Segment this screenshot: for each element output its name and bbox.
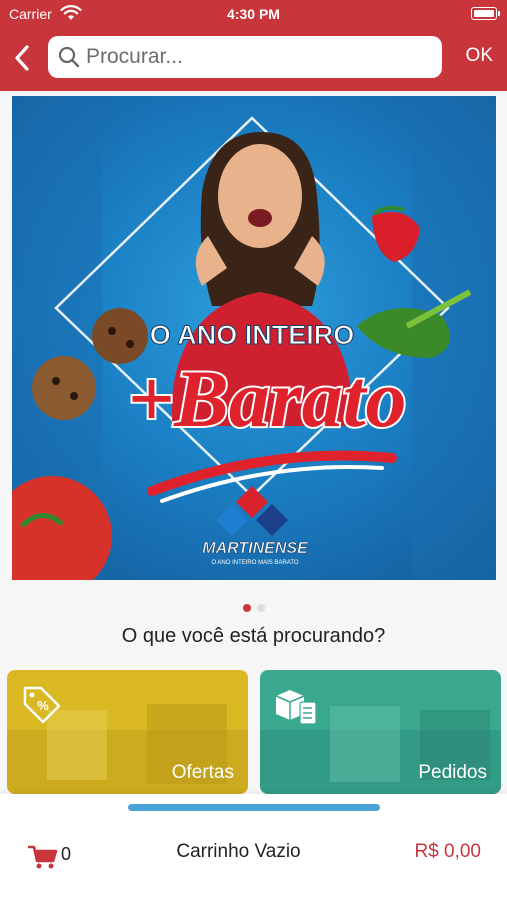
brand-tagline: O ANO INTEIRO MAIS BARATO xyxy=(211,560,298,566)
banner-headline-top: O ANO INTEIRO xyxy=(150,320,355,350)
brand-name: MARTINENSE xyxy=(202,540,309,557)
ofertas-card[interactable]: % Ofertas xyxy=(7,670,248,794)
boxes-checklist-icon xyxy=(275,690,317,725)
header-bar: Carrier 4:30 PM OK xyxy=(0,0,507,91)
promo-banner[interactable]: O ANO INTEIRO +Barato MARTINENSE O ANO I… xyxy=(12,96,496,580)
ofertas-label: Ofertas xyxy=(171,762,234,783)
cart-bar[interactable]: 0 Carrinho Vazio R$ 0,00 xyxy=(0,794,507,900)
carousel-dots xyxy=(0,604,507,612)
app-screen: Carrier 4:30 PM OK xyxy=(0,0,507,900)
chevron-left-icon xyxy=(15,45,29,71)
svg-text:%: % xyxy=(37,698,49,713)
cart-total: R$ 0,00 xyxy=(414,841,481,862)
carousel-dot-active[interactable] xyxy=(242,604,251,612)
section-question: O que você está procurando? xyxy=(121,625,386,647)
status-bar: Carrier 4:30 PM xyxy=(0,0,507,28)
tag-percent-icon: % xyxy=(23,686,61,724)
search-icon xyxy=(58,46,80,68)
search-box[interactable] xyxy=(48,36,442,78)
cart-status: Carrinho Vazio xyxy=(176,841,301,862)
martinense-logo xyxy=(216,486,288,536)
banner-artwork: O ANO INTEIRO +Barato MARTINENSE O ANO I… xyxy=(12,96,496,580)
pedidos-label: Pedidos xyxy=(418,762,487,783)
drag-handle[interactable] xyxy=(128,804,380,811)
search-input[interactable] xyxy=(86,45,416,69)
battery-icon xyxy=(471,7,500,20)
carousel-dot[interactable] xyxy=(256,604,265,612)
clock: 4:30 PM xyxy=(227,6,280,22)
pedidos-card[interactable]: Pedidos xyxy=(260,670,501,794)
back-button[interactable] xyxy=(8,40,36,76)
ok-button[interactable]: OK xyxy=(466,45,493,67)
banner-headline-main: +Barato xyxy=(127,353,406,444)
